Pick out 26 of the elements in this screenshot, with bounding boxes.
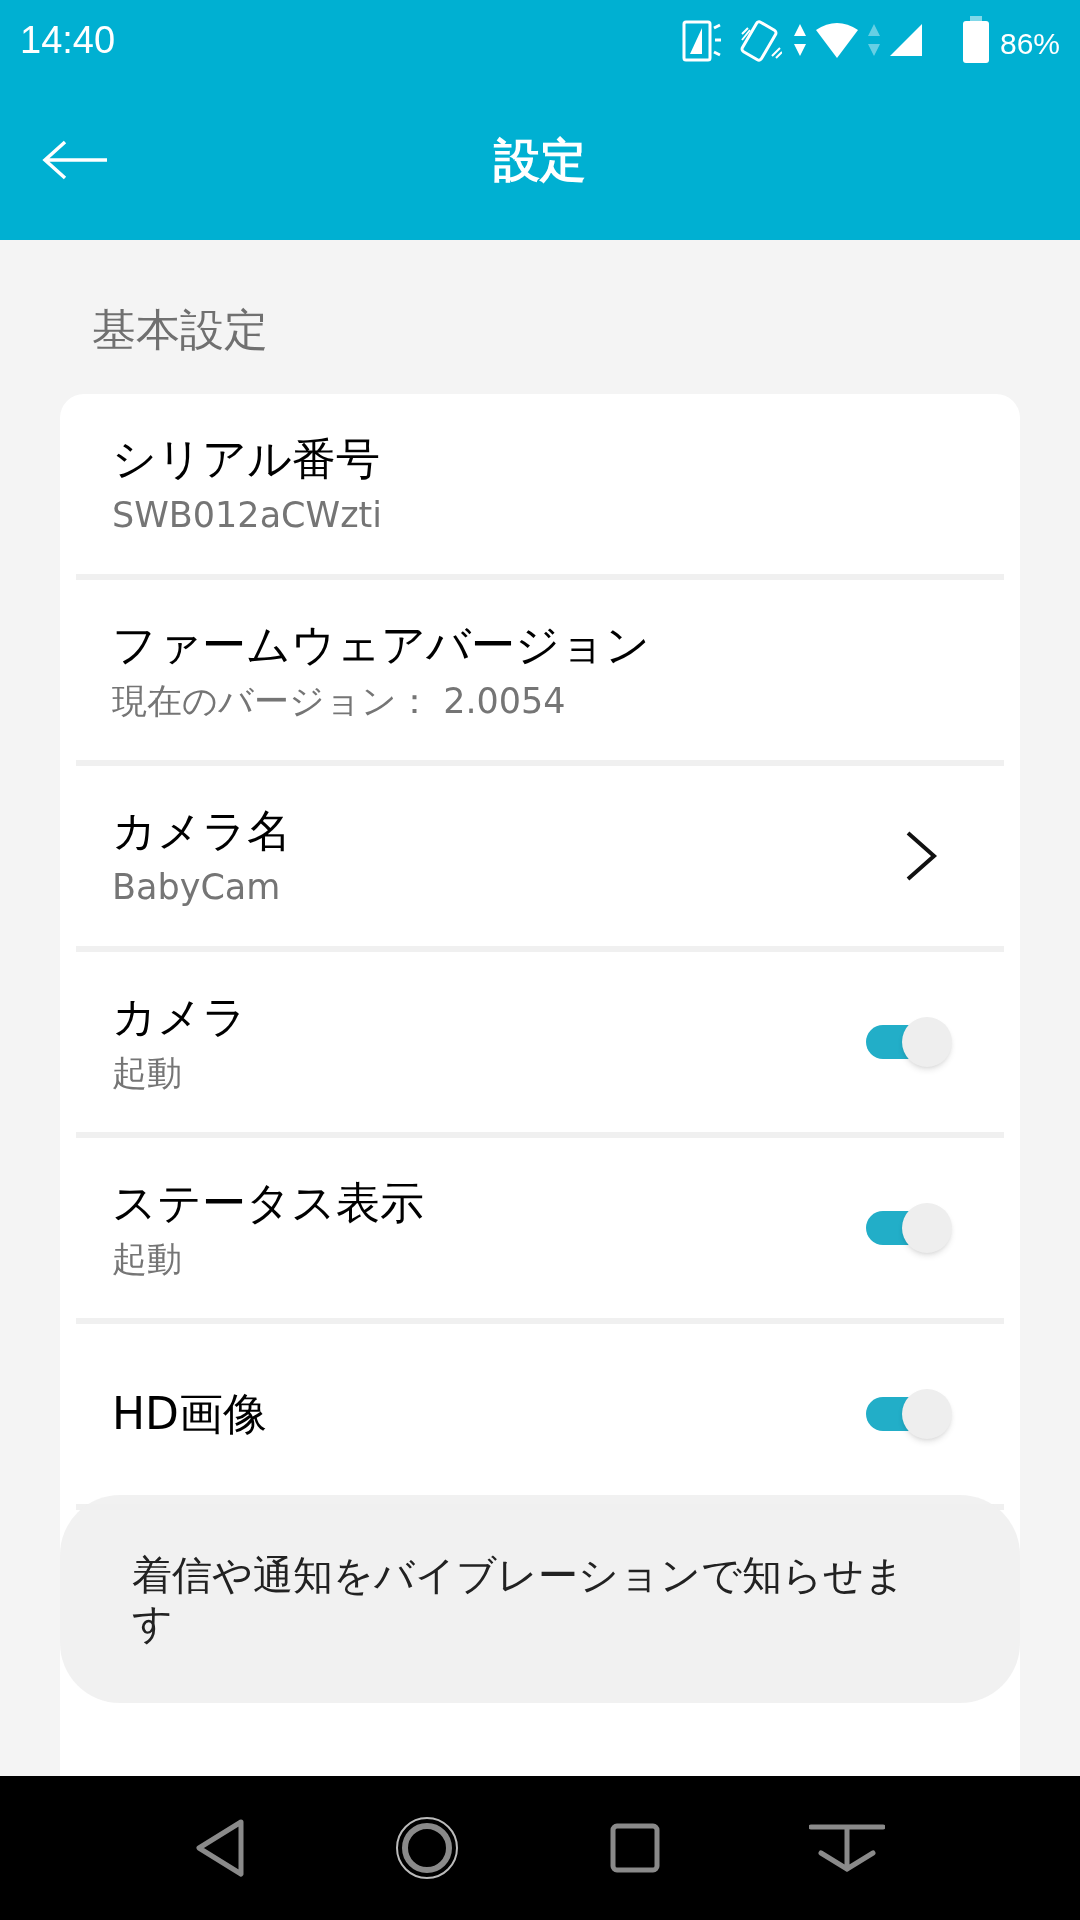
battery-percent: 86% [999, 25, 1060, 62]
row-title: ステータス表示 [112, 1176, 425, 1230]
settings-row[interactable]: カメラ名 BabyCam [76, 766, 1004, 952]
row-value: 起動 [112, 1238, 183, 1281]
toast-message: 着信や通知をバイブレーションで知らせます [132, 1551, 906, 1647]
row-title: カメラ [112, 990, 248, 1044]
row-title: カメラ名 [112, 804, 292, 858]
row-value: SWB012aCWzti [112, 494, 383, 537]
row-title: ファームウェアバージョン [112, 618, 651, 672]
status-time: 14:40 [20, 17, 116, 63]
battery-icon [961, 16, 990, 64]
section-title: 基本設定 [92, 303, 269, 357]
row-value: 現在のバージョン： 2.0054 [112, 680, 567, 723]
back-icon[interactable] [194, 1818, 245, 1878]
row-title: HD画像 [112, 1387, 268, 1441]
screen-title: 設定 [494, 131, 586, 189]
row-value: BabyCam [112, 866, 282, 909]
hide-bar-icon[interactable] [809, 1823, 886, 1873]
row-title: シリアル番号 [112, 432, 381, 486]
settings-row[interactable]: カメラ 起動 [76, 952, 1004, 1138]
home-icon[interactable] [394, 1815, 461, 1881]
recents-icon[interactable] [609, 1823, 660, 1873]
wifi-icon [813, 20, 860, 60]
row-value: 起動 [112, 1052, 183, 1095]
chevron-right-icon [904, 830, 938, 882]
settings-row[interactable]: ステータス表示 起動 [76, 1138, 1004, 1324]
